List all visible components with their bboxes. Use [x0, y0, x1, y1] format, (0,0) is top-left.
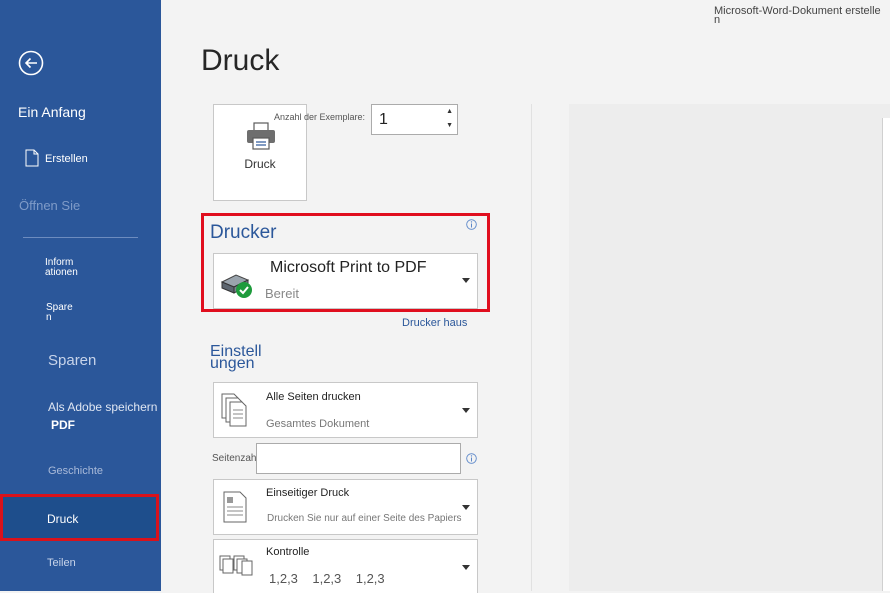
- sidebar-item-home[interactable]: Ein Anfang: [18, 104, 179, 120]
- save-adobe-line2: PDF: [51, 418, 75, 432]
- print-preview-pane: [569, 104, 890, 591]
- collate-subtitle: 1,2,3 1,2,3 1,2,3: [269, 571, 385, 586]
- printer-ready-icon: [220, 274, 252, 298]
- collate-icon: [219, 555, 253, 576]
- new-document-icon: [25, 149, 39, 167]
- sidebar-item-open[interactable]: Öffnen Sie: [19, 198, 180, 213]
- printer-icon: [247, 122, 275, 150]
- single-sided-icon: [223, 491, 247, 523]
- backstage-sidebar: Ein Anfang Erstellen Öffnen Sie Inform a…: [0, 0, 161, 591]
- sidebar-item-print-label: Druck: [47, 512, 79, 526]
- sidebar-item-print[interactable]: Druck: [0, 494, 159, 541]
- sides-subtitle: Drucken Sie nur auf einer Seite des Papi…: [267, 513, 462, 524]
- info-icon[interactable]: [466, 219, 477, 230]
- printer-properties-link[interactable]: Drucker haus: [402, 317, 467, 329]
- copies-label: Anzahl der Exemplare:: [274, 112, 366, 122]
- pages-info-icon[interactable]: [466, 453, 477, 464]
- printer-select[interactable]: Microsoft Print to PDF Bereit: [213, 253, 478, 309]
- collate-select[interactable]: Kontrolle 1,2,3 1,2,3 1,2,3: [213, 539, 478, 593]
- pages-label: Seitenzahl:: [212, 453, 262, 464]
- all-pages-icon: [221, 393, 247, 427]
- sides-title: Einseitiger Druck: [266, 487, 350, 499]
- sidebar-item-save-adobe[interactable]: Als Adobe speichern PDF: [48, 400, 163, 432]
- sidebar-separator: [23, 237, 138, 238]
- sidebar-item-save[interactable]: Spare n: [46, 303, 78, 323]
- sidebar-item-info[interactable]: Inform ationen: [45, 258, 85, 278]
- spin-down-icon[interactable]: ▼: [446, 122, 453, 129]
- printer-status: Bereit: [265, 286, 299, 301]
- sides-select[interactable]: Einseitiger Druck Drucken Sie nur auf ei…: [213, 479, 478, 535]
- copies-stepper[interactable]: 1 ▲ ▼: [371, 104, 458, 135]
- page-title: Druck: [201, 44, 280, 77]
- copies-value: 1: [379, 111, 388, 128]
- print-range-select[interactable]: Alle Seiten drucken Gesamtes Dokument: [213, 382, 478, 438]
- chevron-down-icon: [462, 408, 470, 413]
- print-range-subtitle: Gesamtes Dokument: [266, 418, 370, 430]
- chevron-down-icon: [462, 278, 470, 283]
- save-adobe-line1: Als Adobe speichern: [48, 400, 158, 414]
- printer-name: Microsoft Print to PDF: [270, 259, 427, 276]
- preview-page: [882, 118, 890, 591]
- print-button-label: Druck: [244, 157, 276, 171]
- pages-input[interactable]: [256, 443, 461, 474]
- collate-title: Kontrolle: [266, 546, 310, 558]
- settings-heading: Einstell ungen: [210, 343, 262, 372]
- chevron-down-icon: [462, 565, 470, 570]
- printer-heading: Drucker: [210, 222, 277, 243]
- back-arrow-icon[interactable]: [18, 50, 44, 76]
- print-range-title: Alle Seiten drucken: [266, 391, 361, 403]
- document-title: Microsoft-Word-Dokument erstelle n: [714, 5, 881, 26]
- chevron-down-icon: [462, 505, 470, 510]
- spin-up-icon[interactable]: ▲: [446, 108, 453, 115]
- preview-divider: [531, 104, 532, 591]
